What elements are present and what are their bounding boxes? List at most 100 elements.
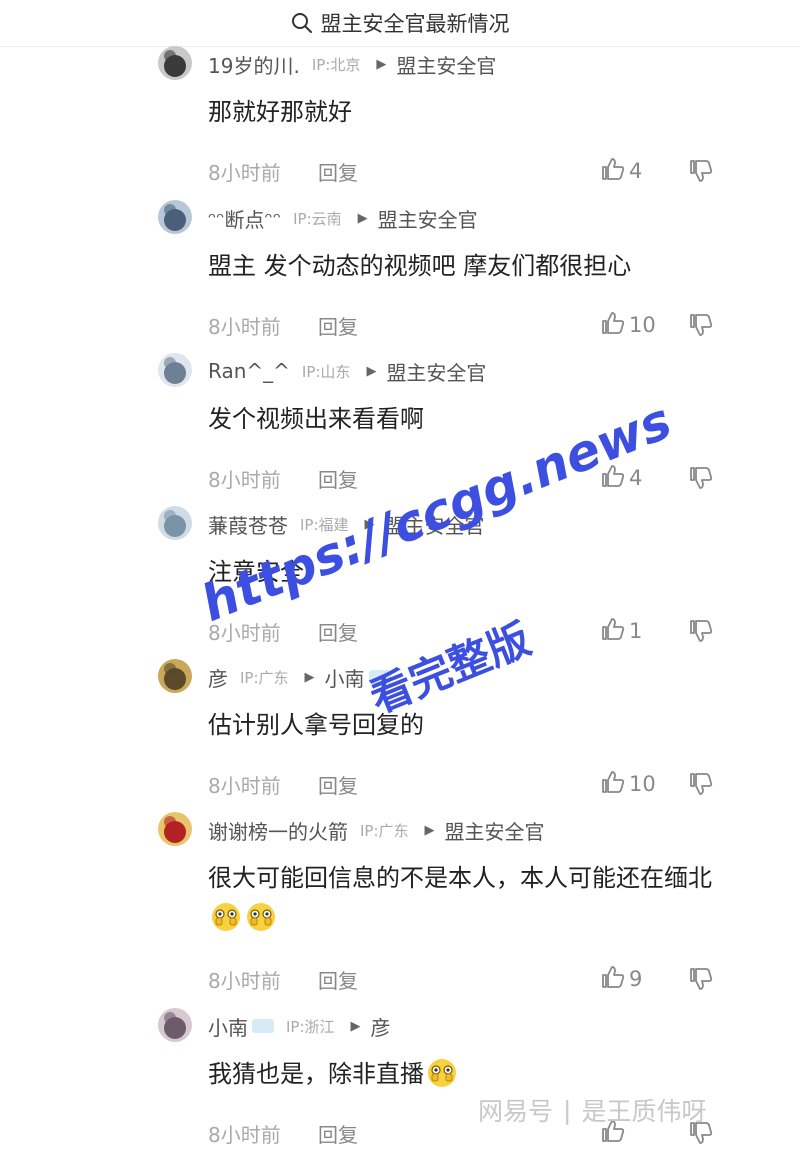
dislike-button[interactable] [688,465,714,491]
username[interactable]: 谢谢榜一的火箭 [208,816,348,845]
username[interactable]: 小南 [208,1012,248,1041]
reply-target[interactable]: 盟主安全官 [378,204,478,233]
thumbs-down-icon [688,968,714,996]
comment-item: ᵔᵔ断点ᵔᵔ IP:云南 ▶ 盟主安全官盟主 发个动态的视频吧 摩友们都很担心 8小时前… [0,200,800,350]
comment-body: 那就好那就好 [208,98,352,126]
comment-header: ᵔᵔ断点ᵔᵔ IP:云南 ▶ 盟主安全官 [208,204,478,232]
like-count: 10 [629,313,656,337]
avatar[interactable] [158,1008,192,1042]
thumbs-up-icon [600,310,626,340]
dislike-button[interactable] [688,618,714,644]
comment-body: 注意安全 [208,558,304,586]
like-count: 9 [629,967,643,991]
username[interactable]: Ran^_^ [208,359,290,383]
avatar[interactable] [158,46,192,80]
thumbs-up-icon [600,463,626,493]
thumbs-down-icon [688,160,714,188]
thumbs-down-icon [688,620,714,648]
peek-emoji-icon [209,899,243,933]
reply-target[interactable]: 盟主安全官 [396,50,496,79]
avatar[interactable] [158,200,192,234]
timestamp: 8小时前 [208,160,281,185]
thumbs-up-icon [600,156,626,186]
avatar[interactable] [158,812,192,846]
reply-target[interactable]: 彦 [371,1012,391,1041]
username[interactable]: 蒹葭苍苍 [208,510,288,539]
reply-target[interactable]: 盟主安全官 [445,816,545,845]
reply-button[interactable]: 回复 [318,617,358,646]
reply-button[interactable]: 回复 [318,311,358,340]
source-separator: | [563,1095,572,1125]
triangle-right-icon: ▶ [366,363,377,379]
user-badge-icon [252,1019,274,1033]
source-author: 是王质伟呀 [581,1097,707,1126]
dislike-button[interactable] [688,771,714,797]
dislike-button[interactable] [688,966,714,992]
comment-body: 很大可能回信息的不是本人，本人可能还在缅北 [208,864,712,892]
like-button[interactable]: 1 [600,616,642,646]
reply-target[interactable]: 小南 [325,663,365,692]
dislike-button[interactable] [688,312,714,338]
reply-target[interactable]: 盟主安全官 [385,510,485,539]
reply-button[interactable]: 回复 [318,1119,358,1148]
search-bar[interactable]: 盟主安全官最新情况 [0,0,800,47]
comment-body: 盟主 发个动态的视频吧 摩友们都很担心 [208,252,632,280]
like-count: 10 [629,772,656,796]
timestamp: 8小时前 [208,773,281,798]
comment-body: 发个视频出来看看啊 [208,405,424,433]
username[interactable]: 19岁的川. [208,50,300,79]
like-button[interactable]: 9 [600,964,642,994]
thumbs-up-icon [600,964,626,994]
like-button[interactable]: 10 [600,310,656,340]
comment-header: 彦 IP:广东 ▶ 小南 [208,663,391,691]
search-icon [291,13,312,33]
source-platform: 网易号 [478,1097,554,1126]
comment-actions: 8小时前 回复 1 [208,616,728,646]
thumbs-up-icon [600,616,626,646]
reply-button[interactable]: 回复 [318,770,358,799]
comment-text: 估计别人拿号回复的 [208,705,728,745]
timestamp: 8小时前 [208,968,281,993]
timestamp: 8小时前 [208,314,281,339]
comment-text: 注意安全 [208,552,728,592]
ip-location: IP:云南 [293,209,342,228]
avatar[interactable] [158,506,192,540]
ip-location: IP:山东 [301,362,351,381]
comment-item: 蒹葭苍苍 IP:福建 ▶ 盟主安全官 注意安全 8小时前 回复 1 [0,506,800,656]
like-button[interactable]: 10 [600,769,656,799]
like-button[interactable]: 4 [600,463,642,493]
dislike-button[interactable] [688,158,714,184]
search-query: 盟主安全官最新情况 [320,12,510,36]
thumbs-down-icon [688,1122,714,1150]
triangle-right-icon: ▶ [350,1018,361,1034]
triangle-right-icon: ▶ [364,516,375,532]
comment-text: 我猜也是，除非直播 [208,1054,728,1094]
timestamp: 8小时前 [208,467,281,492]
ip-location: IP:北京 [311,55,361,74]
like-button[interactable]: 4 [600,156,642,186]
reply-button[interactable]: 回复 [318,464,358,493]
ip-location: IP:浙江 [286,1017,335,1036]
thumbs-up-icon [600,769,626,799]
avatar[interactable] [158,353,192,387]
reply-target[interactable]: 盟主安全官 [386,357,486,386]
source-credit: 网易号 | 是王质伟呀 [478,1090,706,1130]
comment-item: 19岁的川. IP:北京 ▶ 盟主安全官 那就好那就好 8小时前 回复 4 [0,46,800,196]
comment-body: 我猜也是，除非直播 [208,1060,424,1088]
peek-emoji-icon [244,899,278,933]
comment-header: 小南 IP:浙江 ▶ 彦 [208,1012,391,1040]
username[interactable]: ᵔᵔ断点ᵔᵔ [208,204,281,233]
like-count: 4 [629,466,643,490]
ip-location: IP:广东 [240,668,289,687]
comment-text: 发个视频出来看看啊 [208,399,728,439]
username[interactable]: 彦 [208,663,228,692]
timestamp: 8小时前 [208,1122,281,1147]
comment-header: 19岁的川. IP:北京 ▶ 盟主安全官 [208,50,496,78]
triangle-right-icon: ▶ [357,210,368,226]
comment-body: 估计别人拿号回复的 [208,711,424,739]
avatar[interactable] [158,659,192,693]
reply-button[interactable]: 回复 [318,157,358,186]
reply-button[interactable]: 回复 [318,965,358,994]
timestamp: 8小时前 [208,620,281,645]
comment-header: Ran^_^ IP:山东 ▶ 盟主安全官 [208,357,486,385]
